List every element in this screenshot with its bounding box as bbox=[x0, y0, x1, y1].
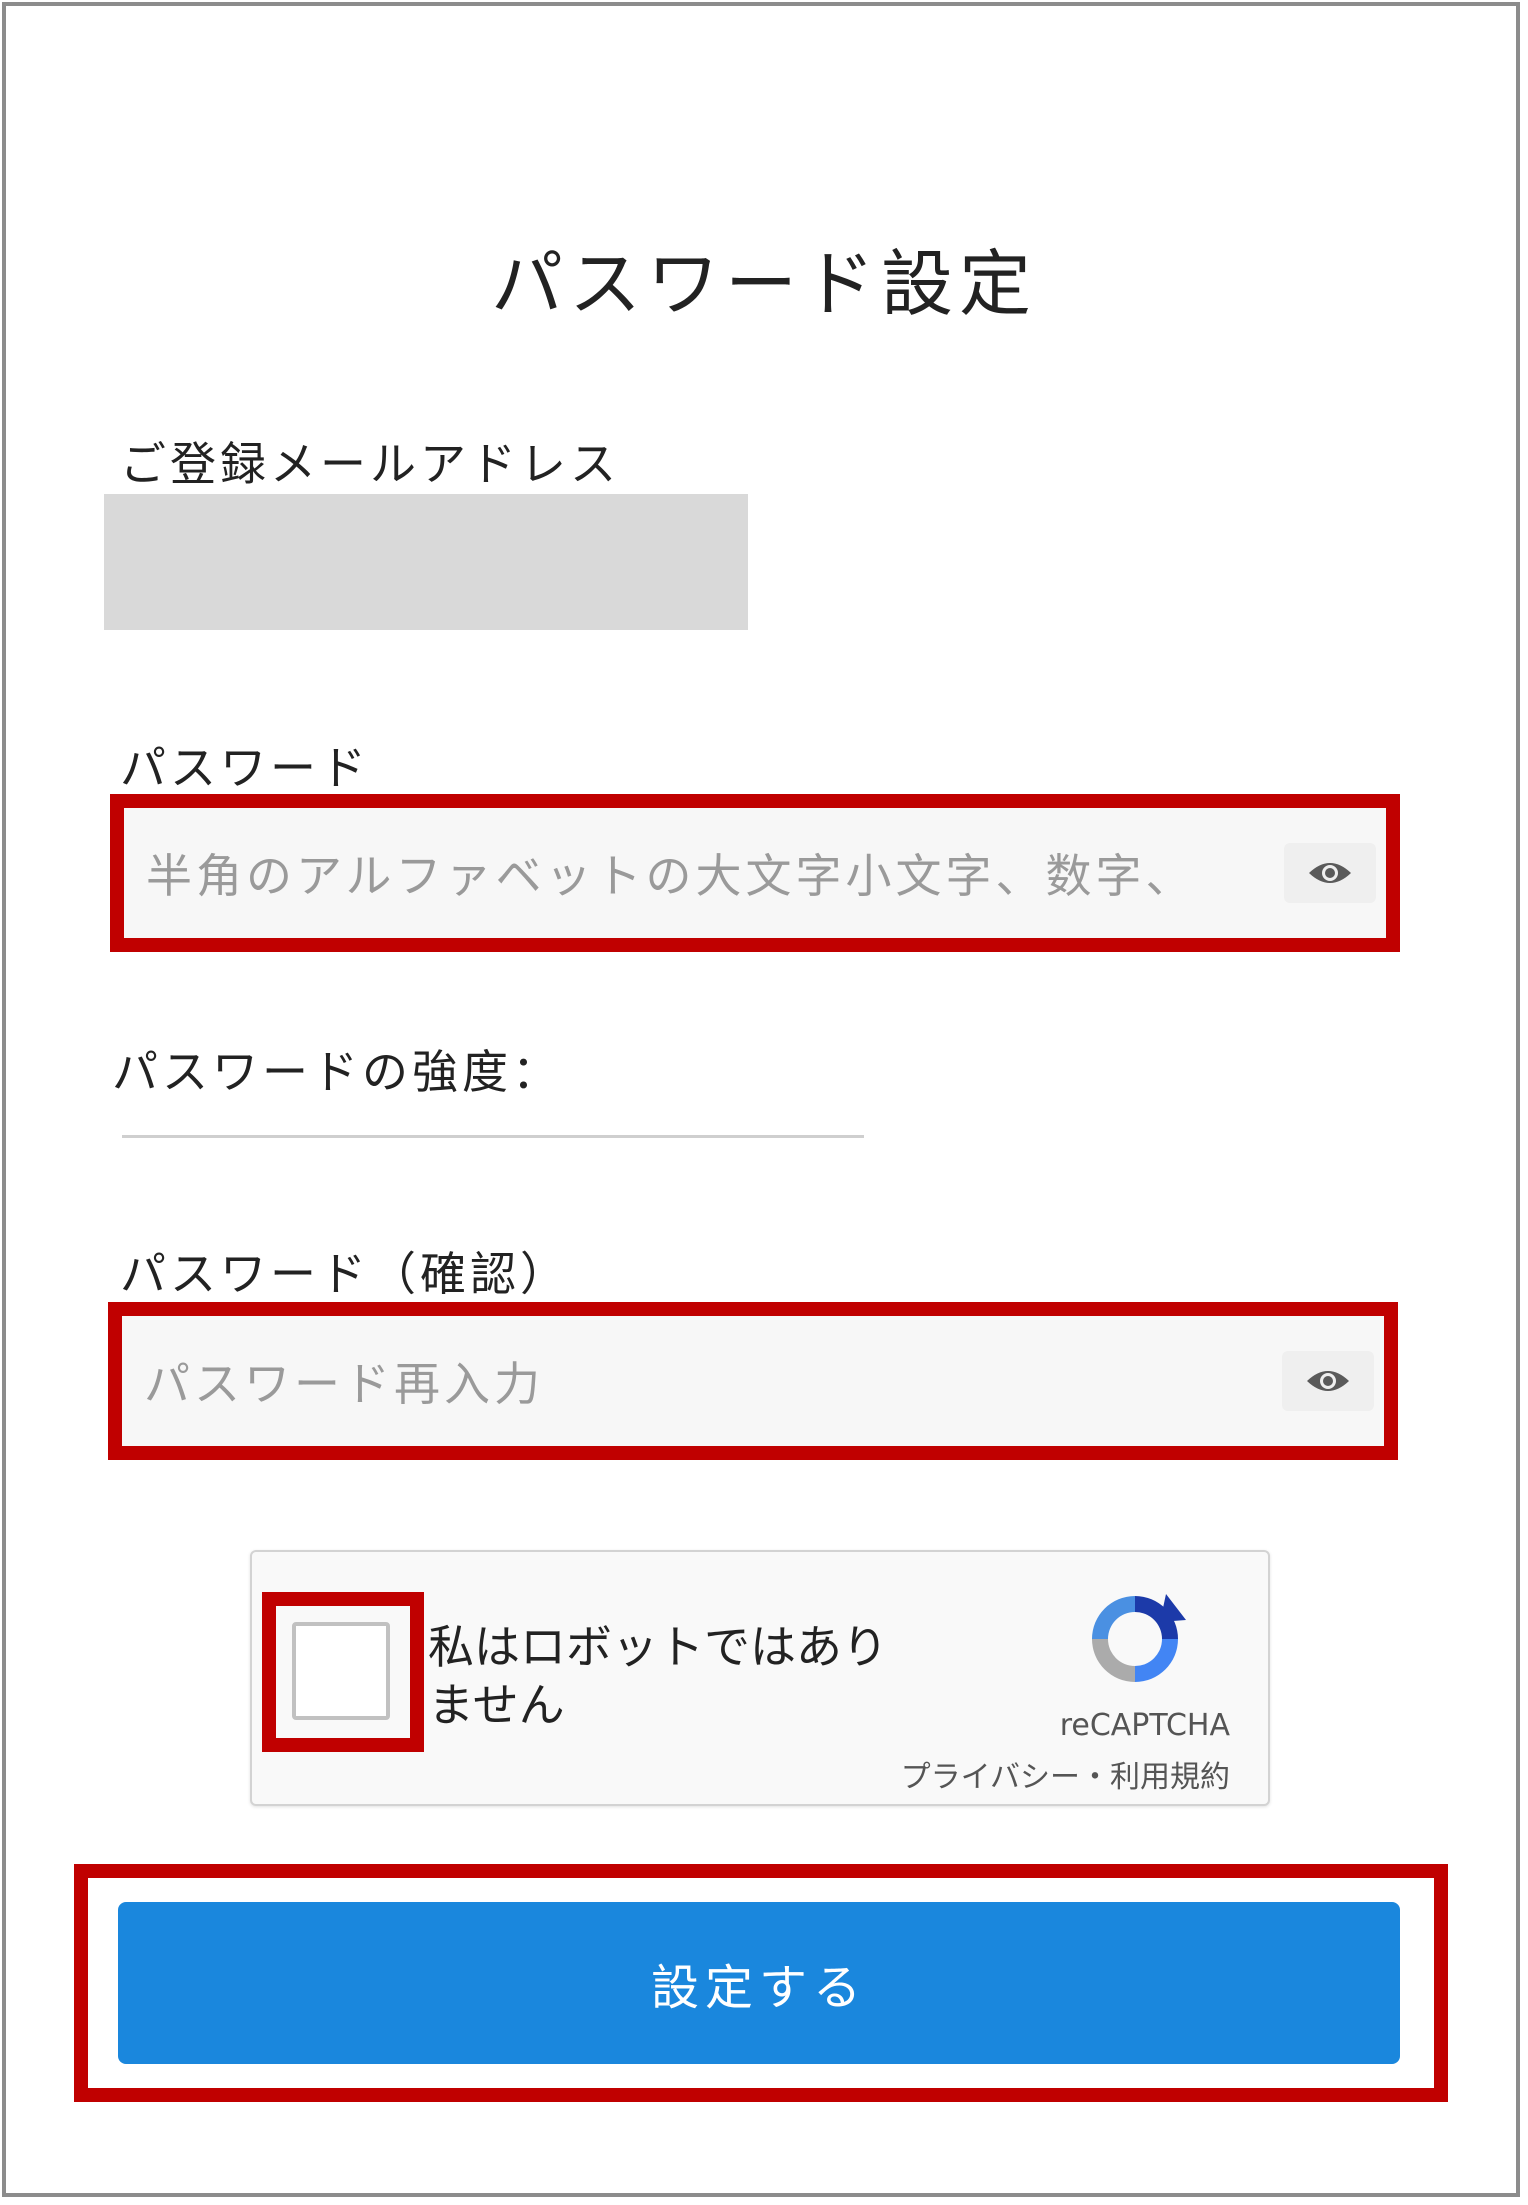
recaptcha-links[interactable]: プライバシー・利用規約 bbox=[840, 1752, 1230, 1796]
recaptcha-logo-icon bbox=[1082, 1586, 1188, 1692]
password-input[interactable]: 半角のアルファベットの大文字小文字、数字、 bbox=[124, 808, 1386, 938]
recaptcha-checkbox[interactable] bbox=[292, 1622, 390, 1720]
show-password-confirm-icon[interactable] bbox=[1282, 1351, 1374, 1411]
password-confirm-label: パスワード（確認） bbox=[120, 1247, 570, 1301]
password-confirm-input[interactable]: パスワード再入力 bbox=[122, 1316, 1384, 1446]
recaptcha-text: 私はロボットではありません bbox=[428, 1620, 888, 1732]
email-value-box bbox=[104, 494, 748, 630]
password-label: パスワード bbox=[120, 741, 370, 795]
strength-meter bbox=[122, 1135, 864, 1138]
password-confirm-placeholder: パスワード再入力 bbox=[144, 1357, 544, 1411]
show-password-icon[interactable] bbox=[1284, 843, 1376, 903]
recaptcha-brand: reCAPTCHA bbox=[1059, 1708, 1230, 1743]
submit-button[interactable]: 設定する bbox=[118, 1902, 1400, 2064]
strength-label: パスワードの強度： bbox=[112, 1045, 562, 1099]
password-placeholder: 半角のアルファベットの大文字小文字、数字、 bbox=[146, 849, 1196, 903]
email-label: ご登録メールアドレス bbox=[120, 437, 620, 491]
page-title: パスワード設定 bbox=[490, 242, 1037, 326]
